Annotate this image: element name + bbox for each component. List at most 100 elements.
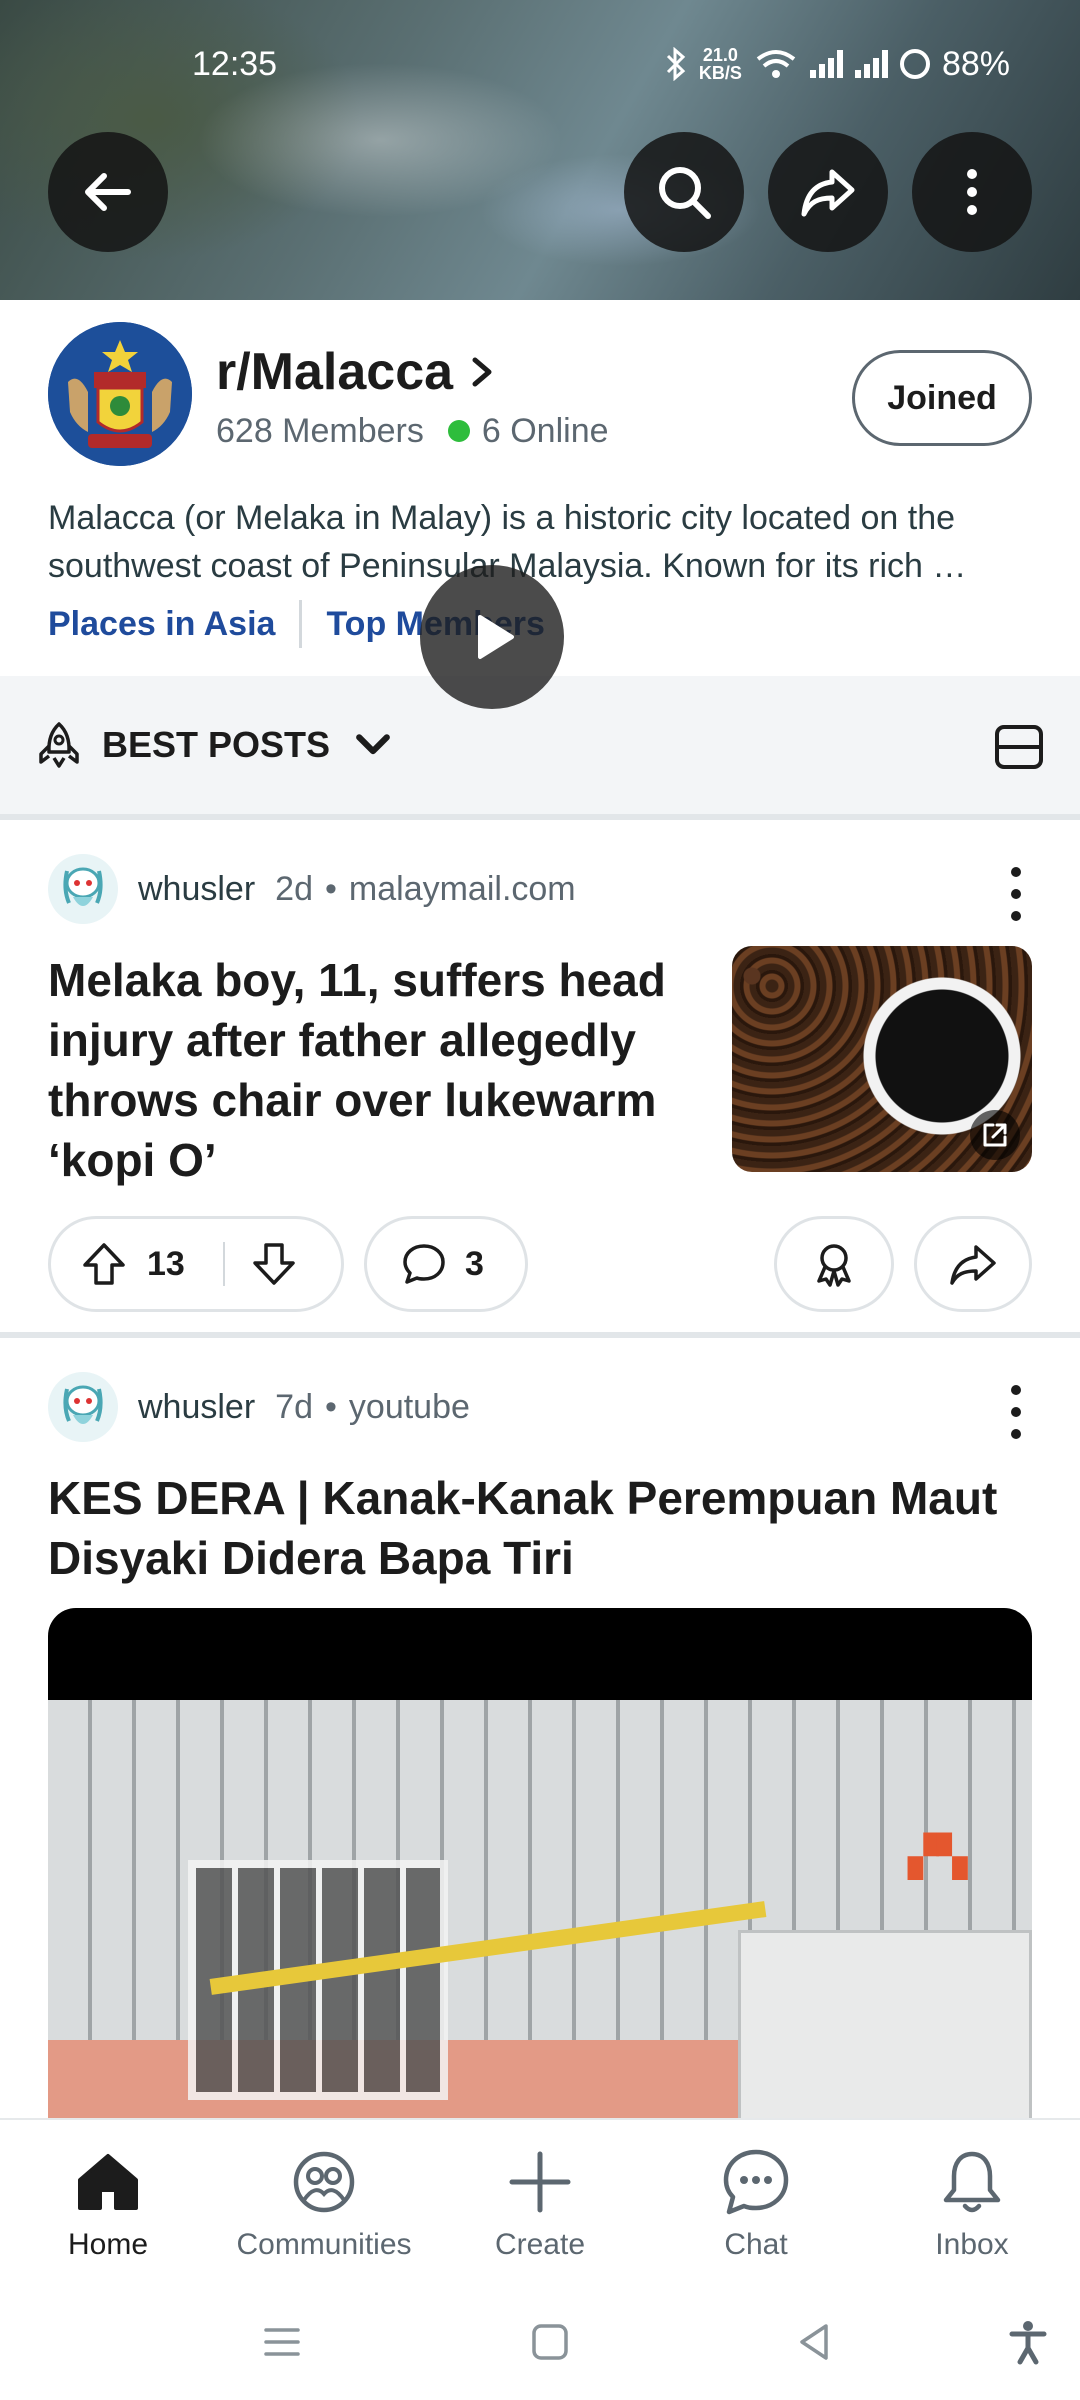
rocket-icon	[39, 722, 79, 768]
post-username[interactable]: whusler	[138, 870, 255, 909]
battery-level: 88%	[941, 44, 1010, 83]
post-username[interactable]: whusler	[138, 1388, 255, 1427]
status-time: 12:35	[192, 44, 278, 83]
status-icons: 21.0 KB/S 88%	[665, 44, 1010, 84]
post-title[interactable]: Melaka boy, 11, suffers head injury afte…	[48, 950, 688, 1190]
comment-count: 3	[465, 1244, 484, 1283]
wifi-icon	[756, 50, 796, 78]
post-actions: 13 3	[48, 1216, 1032, 1312]
sort-dropdown[interactable]: BEST POSTS	[36, 720, 396, 770]
system-navigation-bar	[0, 2284, 1080, 2400]
nav-chat-label: Chat	[724, 2228, 788, 2261]
award-button[interactable]	[774, 1216, 894, 1312]
accessibility-icon[interactable]	[1004, 2318, 1052, 2366]
post-meta: whusler 7d • youtube	[48, 1372, 470, 1442]
award-icon	[817, 1244, 851, 1287]
bell-icon	[943, 2151, 1001, 2213]
recent-apps-icon[interactable]	[258, 2318, 306, 2366]
post-options-icon[interactable]	[1008, 864, 1024, 924]
battery-icon	[899, 49, 930, 79]
nav-create-label: Create	[494, 2228, 586, 2261]
back-system-icon[interactable]	[790, 2318, 838, 2366]
user-avatar[interactable]	[48, 1372, 118, 1442]
nav-create[interactable]: Create	[432, 2146, 648, 2262]
external-link-icon	[970, 1110, 1020, 1160]
search-icon	[659, 167, 711, 219]
community-banner: 12:35 21.0 KB/S 88%	[0, 0, 1080, 300]
nav-home-label: Home	[67, 2228, 149, 2261]
home-system-icon[interactable]	[526, 2318, 574, 2366]
nav-inbox[interactable]: Inbox	[864, 2146, 1080, 2262]
share-icon	[801, 169, 855, 217]
community-description[interactable]: Malacca (or Melaka in Malay) is a histor…	[48, 494, 1038, 590]
chevron-right-icon	[472, 357, 492, 387]
share-icon	[950, 1245, 996, 1285]
post-meta: whusler 2d • malaymail.com	[48, 854, 576, 924]
meta-separator: •	[325, 1387, 337, 1426]
tv-channel-logo-icon: ▞▚	[908, 1835, 968, 1879]
post-source[interactable]: youtube	[349, 1388, 470, 1427]
snoo-avatar-icon	[63, 867, 103, 906]
joined-button[interactable]: Joined	[852, 350, 1032, 446]
home-icon	[78, 2154, 138, 2210]
signal-icon-2	[854, 50, 888, 78]
user-avatar[interactable]	[48, 854, 118, 924]
member-count: 628 Members	[216, 412, 424, 450]
snoo-avatar-icon	[63, 1385, 103, 1424]
nav-communities-label: Communities	[236, 2228, 412, 2261]
plus-icon	[509, 2151, 571, 2213]
video-fridge	[738, 1930, 1032, 2120]
play-button[interactable]	[420, 565, 564, 709]
share-community-button[interactable]	[768, 132, 888, 252]
communities-icon	[293, 2151, 355, 2213]
post-source[interactable]: malaymail.com	[349, 870, 576, 909]
nav-inbox-label: Inbox	[935, 2228, 1009, 2261]
post-age: 2d	[275, 869, 313, 908]
vote-divider	[222, 1242, 225, 1286]
signal-icon	[809, 50, 843, 78]
upvote-icon[interactable]	[81, 1241, 127, 1287]
search-button[interactable]	[624, 132, 744, 252]
community-avatar[interactable]	[48, 322, 192, 466]
online-count-wrap: 6 Online	[447, 412, 609, 451]
post-card[interactable]: whusler 7d • youtube KES DERA | Kanak-Ka…	[0, 1344, 1080, 2120]
meta-separator: •	[325, 869, 337, 908]
kebab-menu-icon	[967, 169, 977, 215]
bottom-navigation: Home Communities Create Chat Inbox	[0, 2118, 1080, 2284]
nav-communities[interactable]: Communities	[216, 2146, 432, 2262]
bluetooth-icon	[666, 47, 686, 81]
post-title[interactable]: KES DERA | Kanak-Kanak Perempuan Maut Di…	[48, 1468, 1032, 1588]
back-button[interactable]	[48, 132, 168, 252]
sort-bar: BEST POSTS	[0, 676, 1080, 820]
nav-home[interactable]: Home	[0, 2146, 216, 2262]
vote-bar: 13	[48, 1216, 344, 1312]
post-options-icon[interactable]	[1008, 1382, 1024, 1442]
link-divider	[299, 600, 303, 648]
online-count: 6 Online	[481, 412, 609, 450]
comments-button[interactable]: 3	[364, 1216, 528, 1312]
play-icon	[478, 615, 514, 659]
share-post-button[interactable]	[914, 1216, 1032, 1312]
view-layout-icon[interactable]	[994, 722, 1044, 772]
online-dot-icon	[447, 420, 470, 442]
post-thumbnail[interactable]	[732, 946, 1032, 1172]
community-title[interactable]: r/Malacca	[216, 342, 497, 402]
network-speed: 21.0 KB/S	[698, 45, 742, 83]
post-age: 7d	[275, 1387, 313, 1426]
video-player[interactable]: ▞▚	[48, 1608, 1032, 2120]
arrow-left-icon	[85, 173, 131, 211]
more-options-button[interactable]	[912, 132, 1032, 252]
video-frame: ▞▚	[48, 1700, 1032, 2120]
downvote-icon[interactable]	[251, 1241, 297, 1287]
comment-icon	[403, 1244, 445, 1284]
community-stats: 628 Members 6 Online	[216, 412, 609, 451]
community-name: r/Malacca	[216, 343, 454, 401]
upvote-count: 13	[147, 1244, 185, 1283]
melaka-crest-icon	[48, 322, 192, 466]
chevron-down-icon	[356, 734, 390, 755]
nav-chat[interactable]: Chat	[648, 2146, 864, 2262]
link-places-in-asia[interactable]: Places in Asia	[48, 605, 275, 644]
post-card[interactable]: whusler 2d • malaymail.com Melaka boy, 1…	[0, 826, 1080, 1338]
sort-label: BEST POSTS	[102, 724, 331, 765]
chat-icon	[723, 2149, 789, 2215]
